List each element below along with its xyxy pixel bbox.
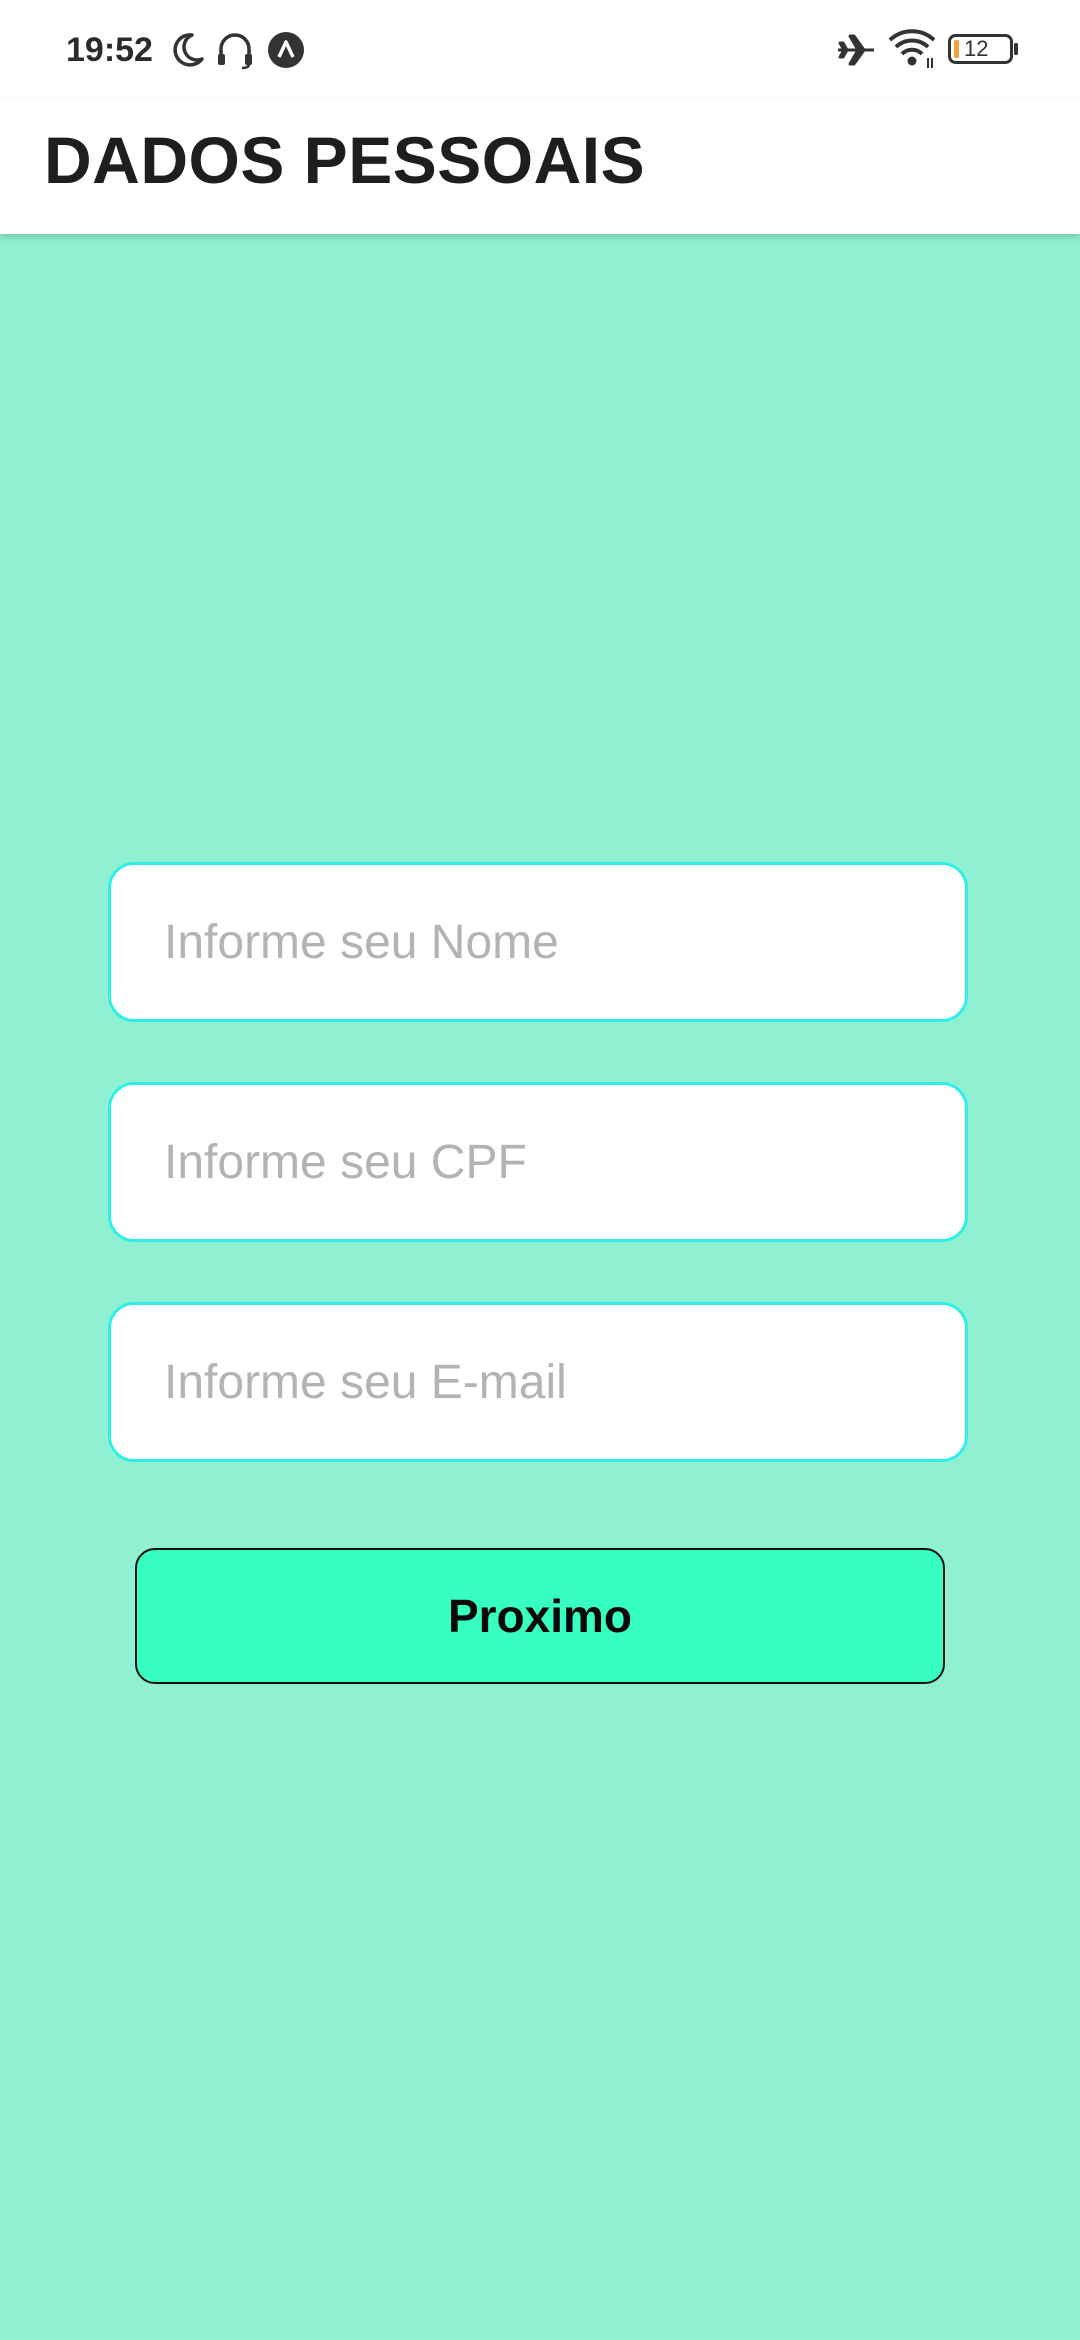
- status-time: 19:52: [66, 31, 153, 69]
- moon-icon: [173, 33, 204, 67]
- app-bar: DADOS PESSOAIS: [0, 98, 1080, 234]
- email-input[interactable]: [108, 1302, 968, 1462]
- cpf-input[interactable]: [108, 1082, 968, 1242]
- name-input[interactable]: [108, 862, 968, 1022]
- notification-app-icon: [268, 32, 304, 68]
- battery-level: 12: [964, 36, 989, 61]
- next-button-label: Proximo: [447, 1590, 633, 1642]
- page-title: DADOS PESSOAIS: [44, 123, 646, 197]
- status-bar: 19:52 12: [0, 0, 1080, 98]
- battery-icon: 12: [948, 34, 1018, 64]
- airplane-icon: [838, 34, 874, 66]
- next-button[interactable]: Proximo: [135, 1548, 945, 1684]
- headphones-icon: [218, 33, 252, 70]
- wifi-icon: [888, 29, 936, 68]
